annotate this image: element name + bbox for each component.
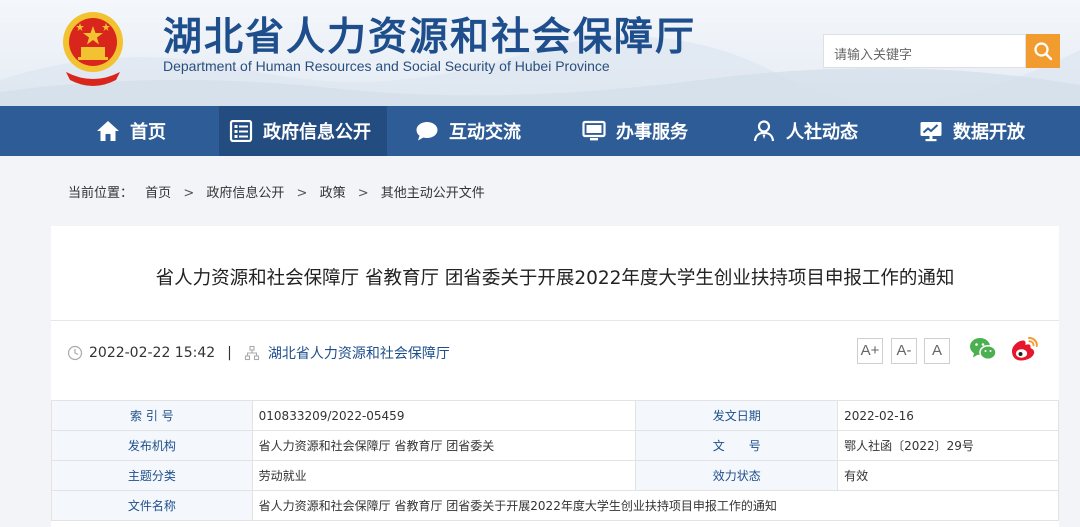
breadcrumb: 当前位置： 首页 > 政府信息公开 > 政策 > 其他主动公开文件	[68, 182, 493, 201]
search-input[interactable]: 请输入关键字	[823, 34, 1026, 68]
issue-date-label: 发文日期	[635, 400, 839, 431]
national-emblem-icon	[63, 12, 123, 86]
clock-icon	[67, 345, 83, 361]
table-row: 文件名称 省人力资源和社会保障厅 省教育厅 团省委关于开展2022年度大学生创业…	[51, 490, 1060, 521]
breadcrumb-link-other-files[interactable]: 其他主动公开文件	[381, 186, 485, 201]
meta-divider: |	[227, 345, 232, 361]
file-name-value: 省人力资源和社会保障厅 省教育厅 团省委关于开展2022年度大学生创业扶持项目申…	[251, 490, 1060, 521]
table-row: 发布机构 省人力资源和社会保障厅 省教育厅 团省委关 文 号 鄂人社函〔2022…	[51, 430, 1059, 461]
nav-item-news[interactable]: 人社动态	[752, 106, 858, 156]
site-title: 湖北省人力资源和社会保障厅	[163, 14, 697, 60]
font-smaller-button[interactable]: A-	[891, 338, 917, 364]
table-row: 主题分类 劳动就业 效力状态 有效	[51, 460, 1059, 491]
site-header: 湖北省人力资源和社会保障厅 Department of Human Resour…	[0, 0, 1080, 106]
site-subtitle: Department of Human Resources and Social…	[163, 58, 610, 74]
article-card: 省人力资源和社会保障厅 省教育厅 团省委关于开展2022年度大学生创业扶持项目申…	[51, 226, 1060, 527]
category-value: 劳动就业	[251, 460, 637, 491]
breadcrumb-prefix: 当前位置：	[68, 186, 134, 201]
breadcrumb-link-policy[interactable]: 政策	[320, 186, 346, 201]
chat-bubble-icon	[416, 122, 438, 141]
article-title: 省人力资源和社会保障厅 省教育厅 团省委关于开展2022年度大学生创业扶持项目申…	[155, 268, 955, 289]
nav-item-gov-info[interactable]: 政府信息公开	[219, 106, 387, 156]
doc-number-label: 文 号	[635, 430, 839, 461]
nav-label: 数据开放	[953, 122, 1025, 143]
index-value: 010833209/2022-05459	[251, 400, 637, 431]
validity-label: 效力状态	[635, 460, 839, 491]
nav-item-services[interactable]: 办事服务	[582, 106, 688, 156]
file-name-label: 文件名称	[51, 490, 253, 521]
nav-item-home[interactable]: 首页	[96, 106, 166, 156]
doc-number-value: 鄂人社函〔2022〕29号	[837, 430, 1059, 461]
issue-date-value: 2022-02-16	[837, 400, 1059, 431]
document-list-icon	[229, 120, 253, 142]
nav-label: 互动交流	[449, 122, 521, 143]
home-icon	[97, 121, 119, 141]
article-meta: 2022-02-22 15:42 | 湖北省人力资源和社会保障厅	[67, 343, 450, 363]
breadcrumb-link-gov-info[interactable]: 政府信息公开	[206, 186, 284, 201]
org-structure-icon	[244, 345, 259, 361]
search-button[interactable]	[1026, 34, 1060, 68]
chart-trend-icon	[920, 122, 942, 142]
nav-label: 政府信息公开	[263, 122, 371, 143]
monitor-icon	[582, 120, 606, 141]
title-divider	[51, 320, 1059, 321]
table-row: 索 引 号 010833209/2022-05459 发文日期 2022-02-…	[51, 400, 1059, 431]
font-larger-button[interactable]: A+	[857, 338, 883, 364]
validity-value: 有效	[837, 460, 1059, 491]
breadcrumb-separator: >	[357, 186, 369, 201]
person-news-icon	[753, 120, 775, 142]
breadcrumb-separator: >	[183, 186, 195, 201]
publish-datetime: 2022-02-22 15:42	[89, 345, 216, 361]
nav-label: 首页	[130, 122, 166, 143]
weibo-share-icon[interactable]	[1009, 336, 1039, 362]
index-label: 索 引 号	[51, 400, 253, 431]
search-icon	[1034, 42, 1053, 61]
publisher-label: 发布机构	[51, 430, 253, 461]
publisher-value: 省人力资源和社会保障厅 省教育厅 团省委关	[251, 430, 637, 461]
document-info-table: 索 引 号 010833209/2022-05459 发文日期 2022-02-…	[51, 400, 1060, 521]
nav-item-open-data[interactable]: 数据开放	[919, 106, 1025, 156]
category-label: 主题分类	[51, 460, 253, 491]
breadcrumb-separator: >	[296, 186, 308, 201]
font-default-button[interactable]: A	[924, 338, 950, 364]
nav-label: 办事服务	[616, 122, 688, 143]
breadcrumb-link-home[interactable]: 首页	[145, 186, 171, 201]
nav-label: 人社动态	[786, 122, 858, 143]
nav-item-interaction[interactable]: 互动交流	[415, 106, 521, 156]
main-nav: 首页 政府信息公开 互动交流 办事服务 人社动态 数据开放	[0, 106, 1080, 156]
wechat-share-icon[interactable]	[969, 336, 997, 362]
article-source[interactable]: 湖北省人力资源和社会保障厅	[268, 343, 450, 363]
